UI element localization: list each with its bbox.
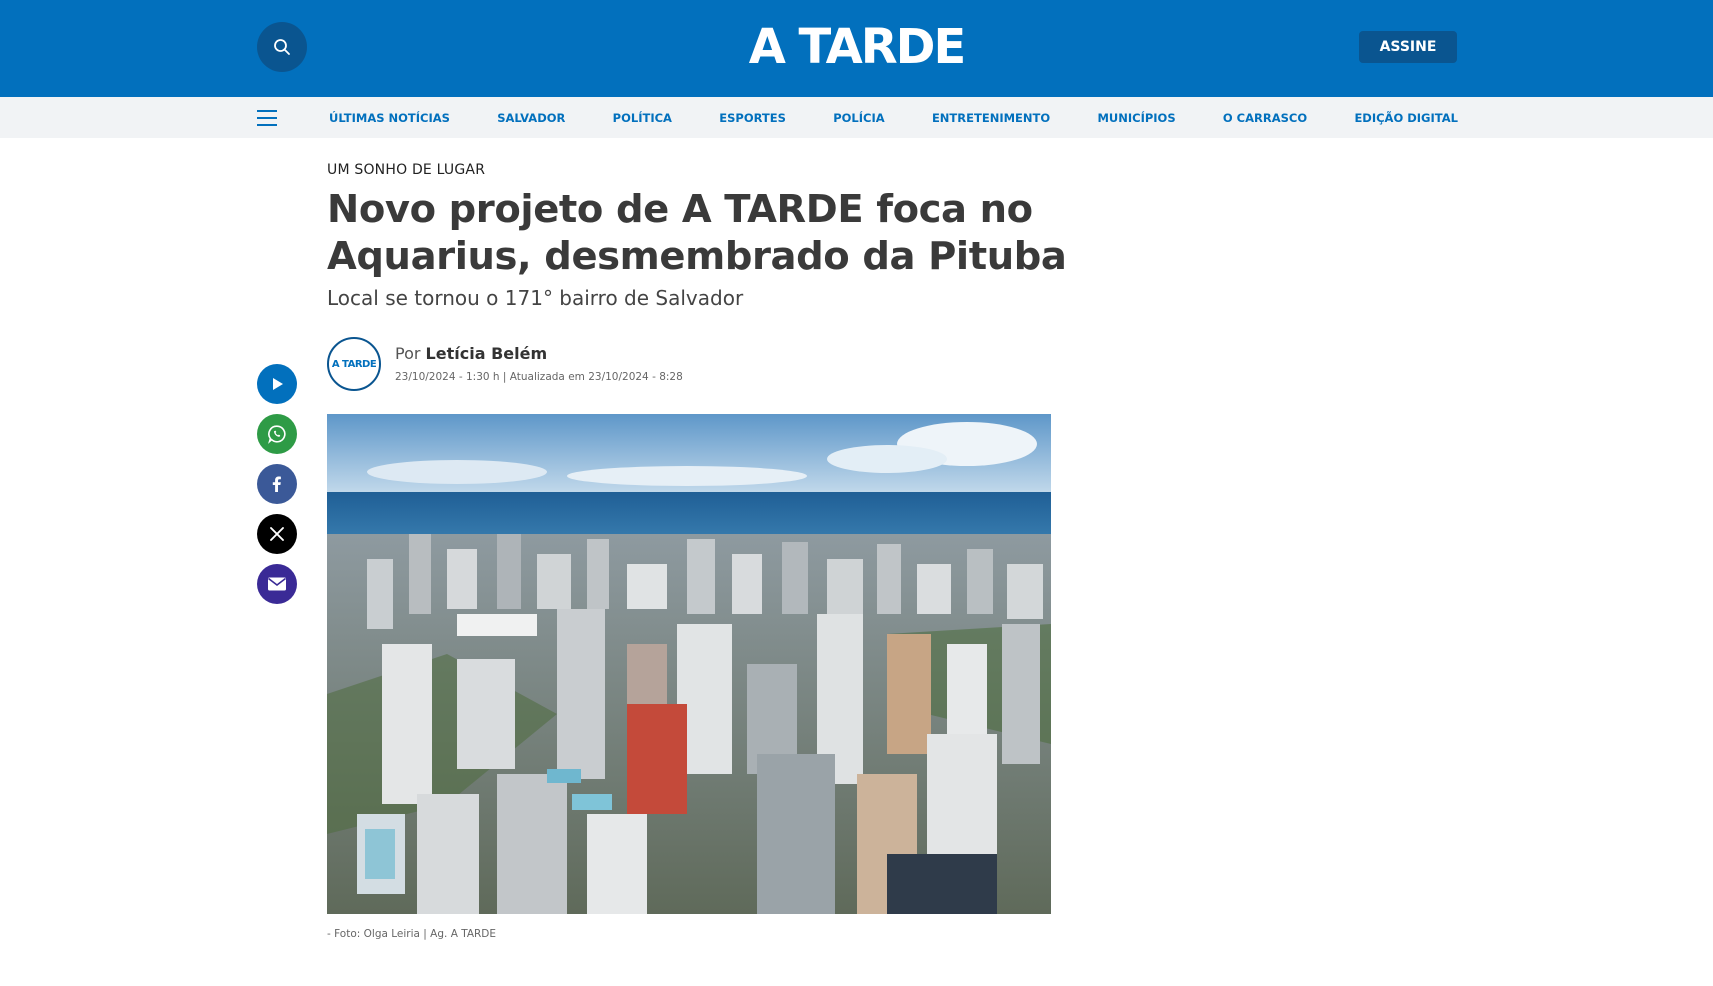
menu-icon[interactable] bbox=[257, 110, 277, 126]
facebook-share-button[interactable] bbox=[257, 464, 297, 504]
whatsapp-icon bbox=[268, 425, 286, 444]
aerial-city-photo bbox=[327, 414, 1051, 914]
article-subtitle: Local se tornou o 171° bairro de Salvado… bbox=[327, 286, 744, 310]
byline: Por Letícia Belém bbox=[395, 344, 547, 363]
nav-item-esportes[interactable]: ESPORTES bbox=[719, 111, 786, 125]
whatsapp-share-button[interactable] bbox=[257, 414, 297, 454]
nav-item-ultimas-noticias[interactable]: ÚLTIMAS NOTÍCIAS bbox=[329, 111, 450, 125]
nav-items: ÚLTIMAS NOTÍCIAS SALVADOR POLÍTICA ESPOR… bbox=[329, 97, 1458, 138]
nav-item-municipios[interactable]: MUNICÍPIOS bbox=[1097, 111, 1175, 125]
main-nav: ÚLTIMAS NOTÍCIAS SALVADOR POLÍTICA ESPOR… bbox=[0, 97, 1713, 138]
nav-item-policia[interactable]: POLÍCIA bbox=[833, 111, 884, 125]
play-icon bbox=[273, 378, 283, 390]
nav-item-salvador[interactable]: SALVADOR bbox=[497, 111, 565, 125]
author-avatar-logo: A TARDE bbox=[331, 358, 377, 370]
play-audio-button[interactable] bbox=[257, 364, 297, 404]
author-avatar[interactable]: A TARDE bbox=[327, 337, 381, 391]
email-share-button[interactable] bbox=[257, 564, 297, 604]
nav-item-politica[interactable]: POLÍTICA bbox=[613, 111, 672, 125]
x-icon bbox=[270, 527, 284, 541]
article-title: Novo projeto de A TARDE foca no Aquarius… bbox=[327, 187, 1067, 279]
nav-item-o-carrasco[interactable]: O CARRASCO bbox=[1223, 111, 1307, 125]
nav-item-entretenimento[interactable]: ENTRETENIMENTO bbox=[932, 111, 1050, 125]
facebook-icon bbox=[272, 476, 281, 492]
x-share-button[interactable] bbox=[257, 514, 297, 554]
site-header: A TARDE ASSINE bbox=[0, 0, 1713, 97]
image-caption: - Foto: Olga Leiria | Ag. A TARDE bbox=[327, 928, 497, 940]
byline-prefix: Por bbox=[395, 344, 421, 363]
nav-item-edicao-digital[interactable]: EDIÇÃO DIGITAL bbox=[1354, 111, 1458, 125]
subscribe-button[interactable]: ASSINE bbox=[1359, 31, 1457, 63]
article-kicker: UM SONHO DE LUGAR bbox=[327, 162, 486, 178]
article-main-image[interactable] bbox=[327, 414, 1051, 914]
article-dateline: 23/10/2024 - 1:30 h | Atualizada em 23/1… bbox=[395, 371, 683, 383]
mail-icon bbox=[268, 577, 286, 591]
author-name[interactable]: Letícia Belém bbox=[426, 344, 548, 363]
